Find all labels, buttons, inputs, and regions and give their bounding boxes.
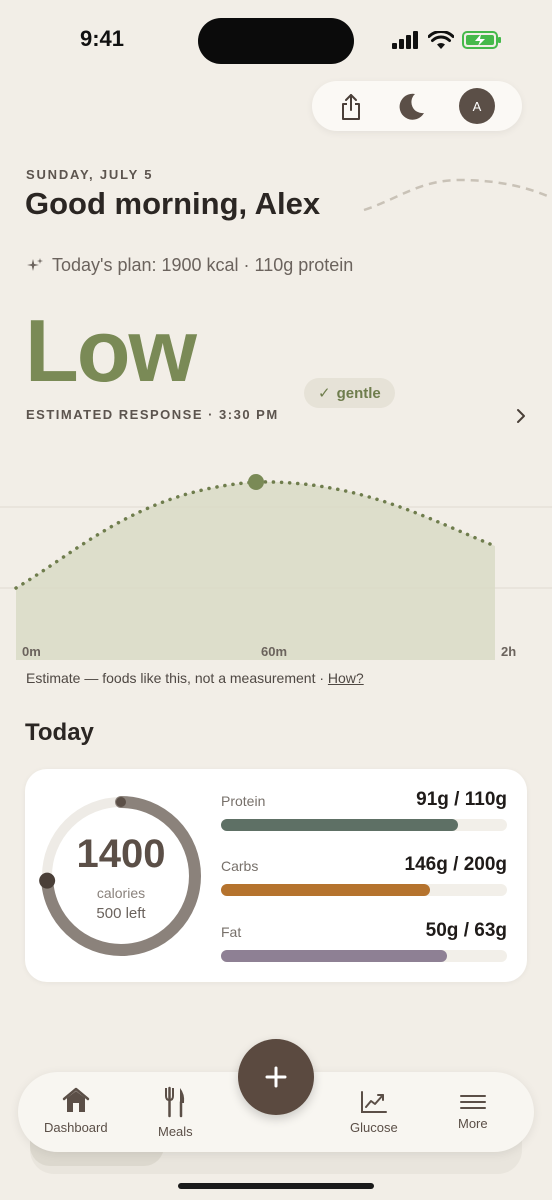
chevron-right-icon [517, 409, 525, 423]
x-label-60m: 60m [261, 644, 287, 659]
home-icon [62, 1087, 90, 1112]
response-chart: 0m 60m 2h [0, 430, 552, 670]
macro-fill [221, 950, 447, 962]
menu-icon [459, 1095, 486, 1109]
gentle-badge-label: gentle [336, 384, 381, 402]
response-chart-svg: 0m 60m 2h [0, 474, 552, 660]
gentle-badge: ✓ gentle [304, 378, 395, 408]
share-icon [342, 94, 360, 120]
nav-glucose[interactable]: Glucose [350, 1090, 398, 1135]
calories-left: 500 left [96, 905, 146, 922]
fork-knife-icon [165, 1086, 185, 1118]
status-time: 9:41 [80, 26, 125, 51]
response-details-button[interactable] [514, 407, 528, 430]
dark-mode-button[interactable] [394, 90, 428, 124]
footnote-text: Estimate — foods like this, not a measur… [26, 670, 328, 686]
today-title: Today [25, 719, 94, 746]
date-label: SUNDAY, JULY 5 [26, 167, 154, 182]
add-meal-button[interactable] [238, 1039, 314, 1115]
calories-value: 1400 [76, 832, 166, 876]
today-card: 1400 calories 500 left Protein 91g / 110… [25, 769, 527, 982]
cellular-signal-icon [392, 31, 418, 49]
how-link[interactable]: How? [328, 670, 364, 686]
nav-dashboard[interactable]: Dashboard [44, 1086, 108, 1135]
status-bar: 9:41 [0, 0, 552, 80]
decorative-dashed-curve [363, 178, 552, 212]
greeting: Good morning, Alex [25, 186, 321, 221]
wifi-icon [428, 30, 454, 49]
estimated-response-label: ESTIMATED RESPONSE · 3:30 PM [26, 407, 279, 422]
macro-track [221, 819, 507, 831]
response-level: Low [25, 301, 197, 400]
plan-text: Today's plan: 1900 kcal · 110g protein [52, 255, 354, 275]
nav-glucose-label: Glucose [350, 1120, 398, 1135]
macro-value: 91g / 110g [416, 789, 507, 810]
calorie-ring-start-dot [116, 797, 126, 807]
check-icon: ✓ [318, 385, 331, 402]
macro-fill [221, 884, 430, 896]
macro-track [221, 950, 507, 962]
macro-label: Carbs [221, 858, 259, 874]
estimate-footnote: Estimate — foods like this, not a measur… [26, 670, 364, 686]
battery-charging-icon [462, 31, 501, 49]
peak-marker [248, 474, 264, 490]
macro-value: 146g / 200g [404, 854, 507, 875]
dynamic-island [198, 18, 354, 64]
sparkle-icon [27, 257, 43, 271]
macro-fill [221, 819, 459, 831]
nav-meals[interactable]: Meals [158, 1086, 193, 1139]
x-label-2h: 2h [501, 644, 516, 659]
home-indicator [178, 1183, 374, 1189]
status-icons [392, 30, 502, 50]
moon-icon [399, 93, 424, 120]
nav-more[interactable]: More [458, 1094, 488, 1131]
response-area [16, 481, 495, 660]
nav-meals-label: Meals [158, 1124, 193, 1139]
macro-value: 50g / 63g [425, 920, 507, 941]
macro-label: Fat [221, 924, 242, 940]
calorie-ring: 1400 calories 500 left [35, 790, 207, 962]
nav-more-label: More [458, 1116, 488, 1131]
macro-track [221, 884, 507, 896]
avatar[interactable]: A [459, 88, 495, 124]
macro-label: Protein [221, 793, 266, 809]
calories-label: calories [96, 885, 146, 901]
x-label-0m: 0m [22, 644, 41, 659]
share-button[interactable] [334, 90, 368, 124]
nav-dashboard-label: Dashboard [44, 1120, 108, 1135]
header-actions: A [312, 81, 522, 131]
plus-icon [265, 1066, 287, 1088]
chart-trend-icon [360, 1091, 387, 1113]
todays-plan: Today's plan: 1900 kcal · 110g protein [26, 255, 353, 276]
